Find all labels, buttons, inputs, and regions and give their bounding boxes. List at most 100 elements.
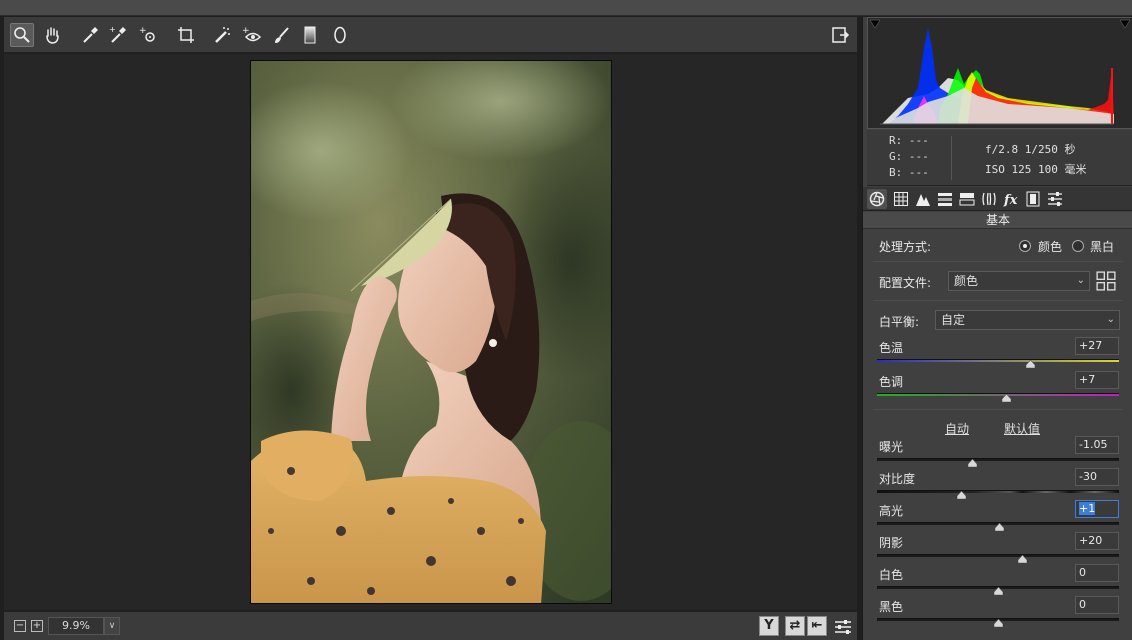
- zoom-out-button[interactable]: −: [14, 620, 26, 632]
- status-bar: − + 9.9% ∨ Y ⇄ ⇤: [4, 611, 857, 640]
- exposure-slider-thumb[interactable]: [967, 456, 978, 468]
- temperature-value-field[interactable]: +27: [1075, 337, 1119, 355]
- tint-value-text: +7: [1079, 373, 1096, 386]
- targeted-adjustment-tool-icon[interactable]: +: [136, 23, 160, 47]
- treatment-label: 处理方式:: [879, 240, 932, 254]
- highlights-label: 高光: [879, 504, 904, 518]
- copy-settings-button[interactable]: ⇤: [807, 616, 827, 636]
- shadows-value-field[interactable]: +20: [1075, 532, 1119, 550]
- toolbar: + + +: [4, 17, 857, 53]
- graduated-filter-tool-icon[interactable]: [298, 23, 322, 47]
- contrast-slider-thumb[interactable]: [956, 488, 967, 500]
- white-balance-select[interactable]: 自定 ⌄: [935, 310, 1120, 330]
- split-toning-tab-icon[interactable]: [957, 189, 977, 209]
- hand-tool-icon[interactable]: [40, 23, 64, 47]
- divider: [873, 300, 1123, 301]
- zoom-level-field[interactable]: 9.9%: [48, 617, 104, 635]
- whites-value-text: 0: [1079, 566, 1086, 579]
- detail-tab-icon[interactable]: [913, 189, 933, 209]
- blacks-value-text: 0: [1079, 598, 1086, 611]
- shadows-value-text: +20: [1079, 534, 1103, 547]
- treatment-color-radio[interactable]: [1019, 240, 1031, 252]
- tone-curve-tab-icon[interactable]: [891, 189, 911, 209]
- profile-select-value: 颜色: [954, 274, 979, 288]
- green-readout: G: ---: [889, 150, 929, 163]
- lens-corrections-tab-icon[interactable]: [979, 189, 999, 209]
- svg-text:+: +: [139, 26, 147, 36]
- blacks-label: 黑色: [879, 600, 904, 614]
- photo-preview[interactable]: [250, 60, 612, 604]
- svg-text:fx: fx: [1003, 193, 1018, 207]
- red-eye-tool-icon[interactable]: +: [240, 23, 264, 47]
- exposure-label: 曝光: [879, 440, 904, 454]
- panel-tabs: fx: [863, 187, 1132, 211]
- image-canvas[interactable]: [4, 54, 857, 610]
- chevron-down-icon: ⌄: [1106, 314, 1115, 325]
- svg-text:+: +: [242, 26, 250, 36]
- export-icon[interactable]: [828, 23, 852, 47]
- treatment-bw-label[interactable]: 黑白: [1090, 238, 1114, 255]
- highlights-value-field[interactable]: +1: [1075, 500, 1119, 518]
- temperature-label: 色温: [879, 341, 904, 355]
- swap-settings-button[interactable]: ⇄: [785, 616, 805, 636]
- contrast-label: 对比度: [879, 472, 916, 486]
- whites-slider-thumb[interactable]: [993, 584, 1003, 596]
- svg-text:+: +: [109, 25, 116, 34]
- exposure-slider-track[interactable]: [877, 458, 1119, 461]
- blacks-slider-thumb[interactable]: [993, 616, 1003, 628]
- zoom-tool-icon[interactable]: [10, 23, 34, 47]
- whites-value-field[interactable]: 0: [1075, 564, 1119, 582]
- exposure-value-field[interactable]: -1.05: [1075, 436, 1119, 454]
- whites-label: 白色: [879, 568, 904, 582]
- color-sampler-tool-icon[interactable]: +: [106, 23, 130, 47]
- crop-tool-icon[interactable]: [174, 23, 198, 47]
- adjustment-panel: R: --- G: --- B: --- f/2.8 1/250 秒 ISO 1…: [862, 17, 1132, 640]
- spot-removal-tool-icon[interactable]: [210, 23, 234, 47]
- exposure-value-text: -1.05: [1079, 438, 1108, 451]
- treatment-bw-radio[interactable]: [1072, 240, 1084, 252]
- white-balance-label: 白平衡:: [879, 315, 920, 329]
- white-balance-tool-icon[interactable]: [78, 23, 102, 47]
- blue-readout: B: ---: [889, 166, 929, 179]
- profile-label: 配置文件:: [879, 276, 932, 290]
- shadows-slider-thumb[interactable]: [1017, 552, 1027, 564]
- contrast-value-field[interactable]: -30: [1075, 468, 1119, 486]
- adjustment-brush-tool-icon[interactable]: [270, 23, 294, 47]
- divider: [873, 261, 1123, 262]
- temperature-value-text: +27: [1079, 339, 1103, 352]
- view-before-after-button[interactable]: Y: [759, 616, 779, 636]
- exif-aperture-shutter: f/2.8 1/250 秒: [985, 143, 1076, 156]
- blacks-value-field[interactable]: 0: [1075, 596, 1119, 614]
- settings-sliders-icon[interactable]: [831, 615, 855, 639]
- auto-link[interactable]: 自动: [945, 420, 969, 437]
- temperature-slider-thumb[interactable]: [1025, 357, 1035, 369]
- basic-tab-icon[interactable]: [867, 189, 887, 209]
- histogram: [867, 17, 1132, 129]
- white-balance-select-value: 自定: [941, 313, 966, 327]
- red-readout: R: ---: [889, 134, 929, 147]
- contrast-slider-track[interactable]: [877, 490, 1119, 493]
- shadows-slider-track[interactable]: [877, 554, 1119, 557]
- divider: [873, 409, 1123, 410]
- profile-select[interactable]: 颜色 ⌄: [948, 271, 1090, 291]
- presets-tab-icon[interactable]: [1045, 189, 1065, 209]
- default-link[interactable]: 默认值: [1004, 420, 1040, 437]
- profile-browser-grid-icon[interactable]: [1095, 270, 1117, 292]
- camera-calibration-tab-icon[interactable]: [1023, 189, 1043, 209]
- tint-value-field[interactable]: +7: [1075, 371, 1119, 389]
- zoom-dropdown-button[interactable]: ∨: [104, 617, 120, 635]
- tint-slider-track[interactable]: [877, 393, 1119, 396]
- info-readout: R: --- G: --- B: --- f/2.8 1/250 秒 ISO 1…: [867, 130, 1132, 186]
- temperature-slider-track[interactable]: [877, 359, 1119, 362]
- hsl-tab-icon[interactable]: [935, 189, 955, 209]
- treatment-color-label[interactable]: 颜色: [1038, 238, 1062, 255]
- tint-slider-thumb[interactable]: [1001, 391, 1012, 403]
- effects-tab-icon[interactable]: fx: [1001, 189, 1021, 209]
- zoom-in-button[interactable]: +: [31, 620, 43, 632]
- highlights-slider-thumb[interactable]: [994, 520, 1005, 532]
- info-divider: [951, 136, 952, 180]
- shadows-label: 阴影: [879, 536, 904, 550]
- radial-filter-tool-icon[interactable]: [328, 23, 352, 47]
- highlights-value-text: +1: [1079, 502, 1096, 515]
- panel-title: 基本: [863, 212, 1132, 229]
